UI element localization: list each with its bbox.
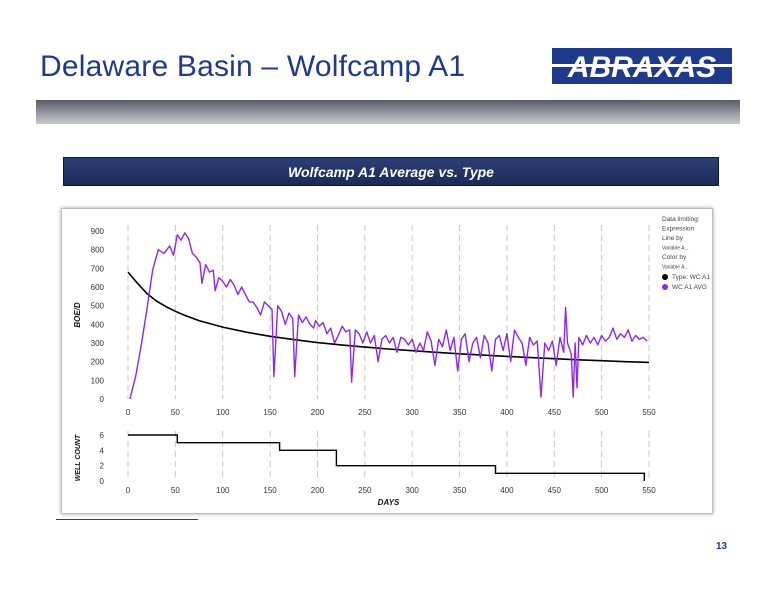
x-tick-label: 0	[126, 486, 131, 495]
legend-header-text: Color by	[662, 254, 687, 261]
x-tick-label: 150	[263, 486, 277, 495]
x-tick-label: 150	[263, 408, 277, 417]
x-tick-label: 300	[406, 408, 420, 417]
y-tick-label: 200	[91, 358, 105, 367]
x-tick-label: 500	[595, 408, 609, 417]
x-tick-label: 550	[642, 486, 656, 495]
legend-header-text: Line by	[662, 235, 684, 242]
x-tick-label: 450	[548, 486, 562, 495]
x-tick-label: 350	[453, 408, 467, 417]
average-line	[129, 232, 648, 400]
y-tick-label: 0	[100, 395, 105, 404]
production-chart: 0 50 100 150 200 250 300 350 400 450 500 5500100200…	[73, 216, 710, 507]
legend-label: Type: WC A1	[672, 274, 710, 281]
y-axis-label: BOE/D	[73, 302, 82, 328]
chart-title-bar: Wolfcamp A1 Average vs. Type	[63, 157, 719, 186]
x-tick-label: 250	[358, 408, 372, 417]
x-tick-label: 200	[311, 486, 325, 495]
x-tick-label: 550	[642, 408, 656, 417]
y-tick-label: 700	[91, 264, 105, 273]
y-axis-label: WELL COUNT	[75, 434, 82, 481]
x-axis-label: DAYS	[378, 498, 400, 507]
x-tick-label: 100	[216, 408, 230, 417]
legend-marker	[662, 274, 668, 280]
x-tick-label: 400	[500, 486, 514, 495]
x-tick-label: 250	[358, 486, 372, 495]
page-number: 13	[716, 541, 728, 552]
x-tick-label: 400	[500, 408, 514, 417]
legend-marker	[662, 284, 668, 290]
y-tick-label: 600	[91, 283, 105, 292]
y-tick-label: 300	[91, 339, 105, 348]
y-tick-label: 500	[91, 302, 105, 311]
y-tick-label: 900	[91, 227, 105, 236]
abraxas-logo: ABRAXAS	[552, 48, 732, 84]
type-curve-line	[127, 271, 650, 364]
x-tick-label: 450	[548, 408, 562, 417]
chart-frame: 0 50 100 150 200 250 300 350 400 450 500 550 0 100 200…	[61, 208, 713, 514]
x-tick-label: 100	[216, 486, 230, 495]
well-count-line	[128, 434, 645, 481]
legend-header-text: Expression	[662, 226, 695, 233]
y-tick-label: 400	[91, 320, 105, 329]
logo-text: ABRAXAS	[567, 51, 716, 84]
legend-header-text: Data limiting:	[662, 216, 700, 223]
chart-title: Wolfcamp A1 Average vs. Type	[288, 163, 494, 180]
y-tick-label: 2	[100, 462, 105, 471]
x-tick-label: 350	[453, 486, 467, 495]
legend-header-text: Variable A...	[662, 265, 689, 271]
footnote-rule	[56, 519, 198, 520]
x-tick-label: 300	[406, 486, 420, 495]
x-tick-label: 500	[595, 486, 609, 495]
x-tick-label: 50	[171, 408, 180, 417]
x-tick-label: 50	[171, 486, 180, 495]
y-tick-label: 800	[91, 246, 105, 255]
y-tick-label: 0	[100, 477, 105, 486]
legend-label: WC A1 AVG	[672, 284, 707, 291]
legend-header-text: Variable A...	[662, 246, 689, 252]
y-tick-label: 6	[100, 431, 105, 440]
x-tick-label: 200	[311, 408, 325, 417]
x-tick-label: 0	[126, 408, 131, 417]
slide-title: Delaware Basin – Wolfcamp A1	[40, 50, 466, 83]
y-tick-label: 4	[100, 446, 105, 455]
y-tick-label: 100	[91, 376, 105, 385]
header-band	[36, 100, 740, 124]
